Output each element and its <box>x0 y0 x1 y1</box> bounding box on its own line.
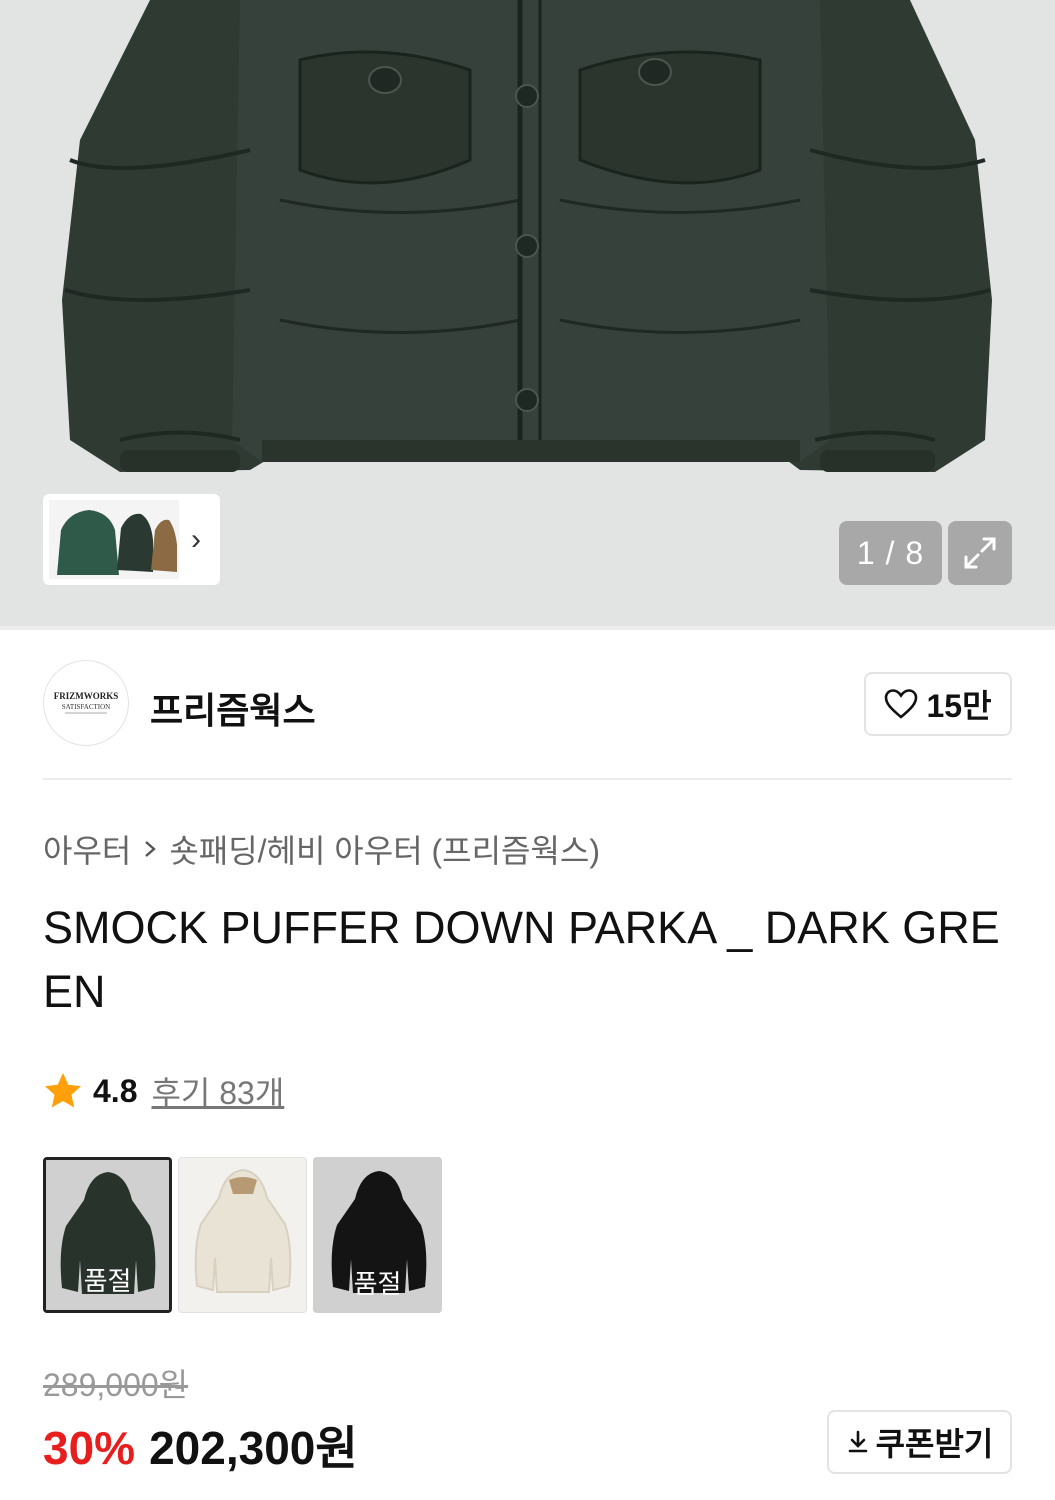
discount-rate: 30% <box>43 1422 136 1474</box>
svg-text:SATISFACTION: SATISFACTION <box>62 703 111 711</box>
rating-score: 4.8 <box>93 1072 138 1109</box>
breadcrumb-subcategory[interactable]: 숏패딩/헤비 아우터 (프리즘웍스) <box>169 826 600 872</box>
coupon-button[interactable]: 쿠폰받기 <box>827 1410 1012 1474</box>
heart-icon <box>885 689 918 719</box>
brand-row: FRIZMWORKS SATISFACTION 프리즘웍스 15만 <box>43 660 1012 748</box>
soldout-label: 품절 <box>353 1269 402 1299</box>
brand-name[interactable]: 프리즘웍스 <box>150 682 316 734</box>
breadcrumb-category[interactable]: 아우터 <box>43 826 131 872</box>
review-count-link[interactable]: 후기 83개 <box>151 1068 284 1114</box>
expand-icon <box>964 537 996 569</box>
thumbnail-images[interactable] <box>49 500 179 579</box>
original-price: 289,000원 <box>43 1367 189 1403</box>
star-icon <box>45 1073 81 1108</box>
soldout-label: 품절 <box>83 1266 132 1296</box>
brand-logo[interactable]: FRIZMWORKS SATISFACTION <box>43 660 129 746</box>
expand-button[interactable] <box>948 521 1012 585</box>
breadcrumb: 아우터 숏패딩/헤비 아우터 (프리즘웍스) <box>43 826 600 872</box>
coupon-label: 쿠폰받기 <box>875 1426 994 1462</box>
download-icon <box>848 1430 867 1453</box>
thumbnail-strip[interactable]: › <box>43 494 220 585</box>
color-option-ivory[interactable] <box>178 1157 307 1313</box>
color-option-dark-green[interactable]: 품절 <box>43 1157 172 1313</box>
svg-text:FRIZMWORKS: FRIZMWORKS <box>54 691 119 701</box>
divider <box>43 778 1012 780</box>
sale-price: 202,300원 <box>149 1422 358 1474</box>
color-options: 품절 품절 <box>43 1157 442 1313</box>
product-title: SMOCK PUFFER DOWN PARKA _ DARK GREEN <box>43 902 1000 1017</box>
like-button[interactable]: 15만 <box>864 672 1012 736</box>
rating: 4.8 후기 83개 <box>43 1068 284 1114</box>
color-option-black[interactable]: 품절 <box>313 1157 442 1313</box>
chevron-right-icon <box>145 841 157 857</box>
product-image-gallery[interactable]: › 1 / 8 <box>0 0 1055 626</box>
chevron-right-icon[interactable]: › <box>191 524 201 555</box>
image-counter: 1 / 8 <box>839 521 942 585</box>
sale-price-row: 30% 202,300원 <box>43 1412 358 1478</box>
divider <box>0 626 1055 630</box>
like-count: 15만 <box>926 688 992 724</box>
